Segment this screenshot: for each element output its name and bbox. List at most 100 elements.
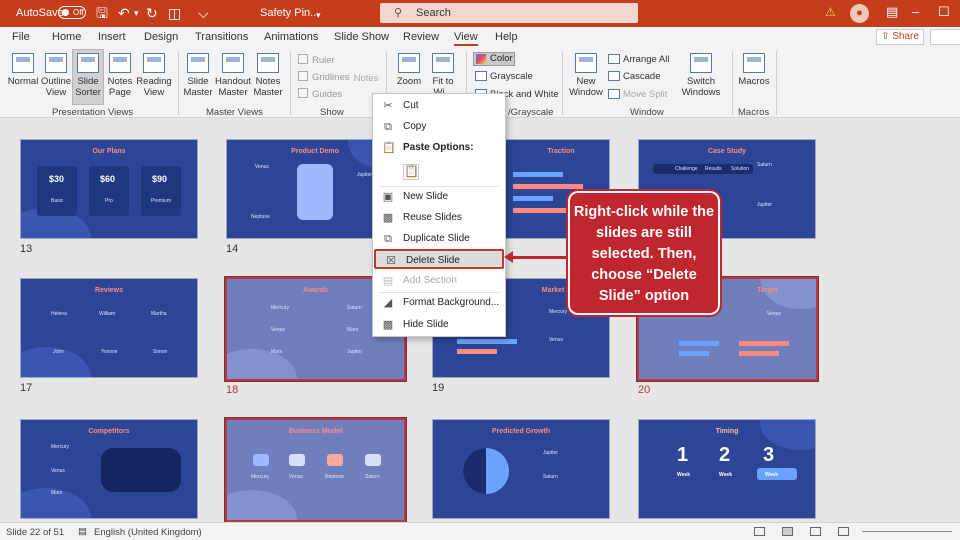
color-button[interactable]: Color: [473, 52, 515, 66]
slide-title: Target: [757, 287, 778, 294]
handout-master-button[interactable]: Handout Master: [215, 53, 251, 98]
duplicate-slide-icon: ⧉: [384, 233, 392, 245]
slide-thumbnail-13[interactable]: Our Plans $30 $60 $90 Basic Pro Premium: [20, 139, 198, 239]
slide-thumbnail-17[interactable]: Reviews Helena William Martha John Yvonn…: [20, 278, 198, 378]
gridlines-checkbox[interactable]: Gridlines: [298, 71, 350, 83]
slide-text: Venus: [767, 311, 781, 317]
undo-icon[interactable]: ↶: [118, 4, 130, 22]
color-label: Color: [490, 53, 513, 64]
guides-checkbox[interactable]: Guides: [298, 88, 342, 100]
slide-master-button[interactable]: Slide Master: [182, 53, 214, 98]
slide-text: Saturn: [543, 474, 558, 480]
cut-menu-item[interactable]: ✂ Cut: [373, 96, 505, 116]
title-dropdown-icon[interactable]: ▾: [316, 6, 321, 24]
notes-master-button[interactable]: Notes Master: [252, 53, 284, 98]
grayscale-icon: [475, 71, 487, 81]
ribbon-display-icon[interactable]: ▤: [886, 4, 898, 20]
add-section-menu-item[interactable]: ▤ Add Section: [373, 271, 505, 291]
paste-option-button[interactable]: 📋: [373, 160, 505, 184]
duplicate-slide-menu-item[interactable]: ⧉ Duplicate Slide: [373, 229, 505, 249]
tab-home[interactable]: Home: [52, 31, 81, 43]
tab-help[interactable]: Help: [495, 31, 518, 43]
reuse-slides-label: Reuse Slides: [403, 212, 462, 223]
tab-design[interactable]: Design: [144, 31, 178, 43]
slide-thumbnail-21[interactable]: Competitors Mercury Venus Mars: [20, 419, 198, 519]
outline-view-button[interactable]: Outline View: [40, 53, 72, 98]
ribbon-separator: [562, 51, 563, 115]
new-slide-menu-item[interactable]: ▣ New Slide: [373, 187, 505, 207]
undo-dropdown-icon[interactable]: ▾: [134, 4, 139, 22]
slideshow-status-icon[interactable]: [838, 527, 849, 536]
slide-thumbnail-22[interactable]: Business Model Mercury Venus Neptune Sat…: [224, 417, 407, 523]
language-indicator[interactable]: English (United Kingdom): [94, 527, 202, 538]
grayscale-button[interactable]: Grayscale: [475, 71, 533, 82]
maximize-icon[interactable]: ☐: [938, 4, 950, 20]
tab-file[interactable]: File: [12, 31, 30, 43]
switch-windows-button[interactable]: Switch Windows: [676, 53, 726, 98]
tab-animations[interactable]: Animations: [264, 31, 318, 43]
hide-slide-menu-item[interactable]: ▩ Hide Slide: [373, 315, 505, 335]
customize-toolbar-icon[interactable]: ⌵: [198, 4, 209, 22]
move-split-label: Move Split: [623, 89, 668, 100]
ribbon-separator: [776, 51, 777, 115]
format-background-menu-item[interactable]: ◢ Format Background...: [373, 293, 505, 313]
notes-page-icon: [109, 53, 131, 73]
avatar[interactable]: ●: [850, 4, 869, 23]
arrange-all-button[interactable]: Arrange All: [608, 54, 669, 65]
chart-bar: [457, 349, 497, 354]
comments-button[interactable]: [930, 29, 960, 45]
zoom-slider[interactable]: [862, 531, 952, 532]
award-label: Mars: [347, 327, 359, 333]
save-icon[interactable]: 🖫: [96, 4, 108, 22]
tab-slide-show[interactable]: Slide Show: [334, 31, 389, 43]
normal-view-button[interactable]: Normal: [6, 53, 40, 87]
slide-title: Timing: [715, 428, 739, 435]
handout-master-icon: [222, 53, 244, 73]
autosave-toggle[interactable]: Off: [58, 6, 86, 19]
slide-text: Neptune: [251, 214, 270, 220]
macros-button[interactable]: Macros: [736, 53, 772, 87]
share-button[interactable]: ⇧ Share: [876, 29, 924, 45]
minimize-icon[interactable]: –: [912, 4, 919, 19]
move-split-icon: [608, 89, 620, 99]
new-window-button[interactable]: New Window: [568, 53, 604, 98]
fit-to-window-button[interactable]: Fit to Wi...: [428, 53, 458, 98]
slide-thumbnail-23[interactable]: Predicted Growth Jupiter Saturn: [432, 419, 610, 519]
slide-sorter-button[interactable]: Slide Sorter: [72, 49, 104, 105]
reading-view-status-icon[interactable]: [810, 527, 821, 536]
delete-slide-menu-item[interactable]: ☒ Delete Slide: [374, 249, 504, 269]
reviewer-name: Yvonne: [101, 349, 118, 355]
slide-master-label: Slide Master: [183, 76, 213, 98]
slide-thumbnail-24[interactable]: Timing 1 2 3 Week Week Week: [638, 419, 816, 519]
slide-sorter-status-icon[interactable]: [782, 527, 793, 536]
tab-view[interactable]: View: [454, 31, 478, 46]
hide-slide-label: Hide Slide: [403, 319, 449, 330]
normal-view-status-icon[interactable]: [754, 527, 765, 536]
notes-page-button[interactable]: Notes Page: [105, 53, 135, 98]
reviewer-name: John: [53, 349, 64, 355]
tab-transitions[interactable]: Transitions: [195, 31, 248, 43]
format-background-label: Format Background...: [403, 297, 500, 308]
paste-options-header: 📋 Paste Options:: [373, 138, 505, 158]
tab-review[interactable]: Review: [403, 31, 439, 43]
move-split-button[interactable]: Move Split: [608, 89, 667, 100]
reuse-slides-menu-item[interactable]: ▩ Reuse Slides: [373, 208, 505, 228]
spellcheck-icon[interactable]: ▤: [78, 526, 87, 537]
timing-digit: 2: [719, 444, 731, 466]
zoom-button[interactable]: Zoom: [392, 53, 426, 87]
search-box[interactable]: ⚲ Search: [380, 3, 638, 23]
slide-number: 17: [20, 382, 33, 394]
delete-slide-label: Delete Slide: [406, 255, 460, 266]
cascade-button[interactable]: Cascade: [608, 71, 661, 82]
present-icon[interactable]: ◫: [168, 4, 181, 22]
reading-view-button[interactable]: Reading View: [136, 53, 172, 98]
ruler-checkbox[interactable]: Ruler: [298, 54, 335, 66]
document-title[interactable]: Safety Pin...: [260, 7, 319, 19]
warning-icon[interactable]: ⚠: [825, 5, 836, 19]
redo-icon[interactable]: ↻: [146, 4, 158, 22]
copy-menu-item[interactable]: ⧉ Copy: [373, 117, 505, 137]
notes-button[interactable]: Notes: [350, 73, 382, 84]
tab-insert[interactable]: Insert: [98, 31, 126, 43]
step-marker: [289, 454, 305, 466]
group-show: Show: [320, 107, 344, 118]
